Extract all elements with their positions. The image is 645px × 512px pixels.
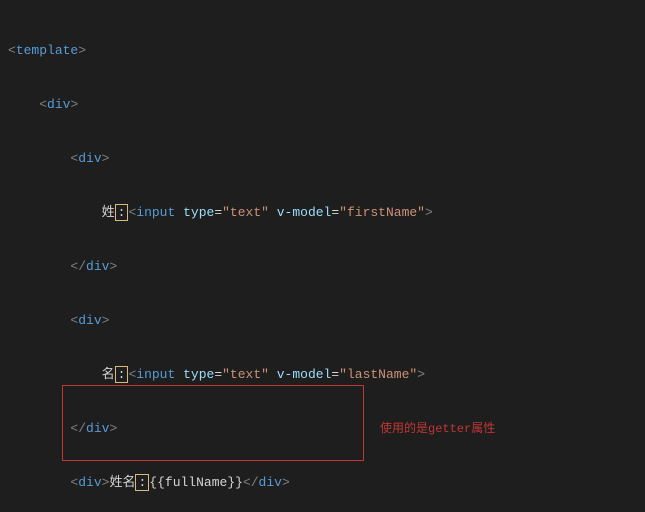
code-editor[interactable]: <template> <div> <div> 姓:<input type="te… [0, 0, 645, 512]
code-line: </div> [8, 258, 637, 276]
code-line: <div> [8, 150, 637, 168]
code-line: <div> [8, 312, 637, 330]
code-line: </div> [8, 420, 637, 438]
annotation-text: 使用的是getter属性 [380, 420, 495, 438]
code-line: 姓:<input type="text" v-model="firstName"… [8, 204, 637, 222]
code-line: <div>姓名:{{fullName}}</div> [8, 474, 637, 492]
code-line: <div> [8, 96, 637, 114]
highlight-box: : [115, 204, 129, 221]
code-line: 名:<input type="text" v-model="lastName"> [8, 366, 637, 384]
highlight-box: : [135, 474, 149, 491]
highlight-box: : [115, 366, 129, 383]
code-line: <template> [8, 42, 637, 60]
